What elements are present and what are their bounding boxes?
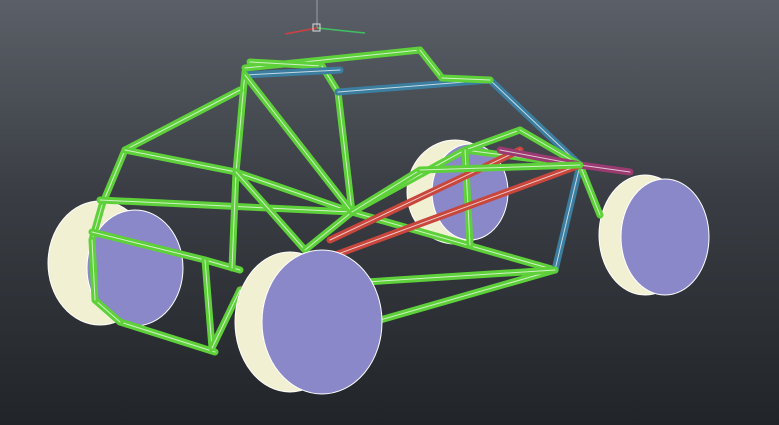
frame-tube-highlight	[119, 321, 216, 353]
frame-tube-highlight	[124, 89, 241, 151]
ucs-axis-icon	[284, 0, 366, 35]
frame-tube-highlight	[579, 164, 601, 216]
frame-tube-highlight	[124, 149, 237, 173]
wheel-front-left	[47, 200, 184, 327]
frame-tube-highlight	[101, 149, 126, 206]
wheel-front-right	[234, 249, 383, 395]
frame-tube-highlight	[419, 49, 443, 79]
wheel-rear-right	[598, 174, 710, 296]
model-canvas	[47, 0, 710, 395]
cad-viewport[interactable]	[0, 0, 779, 425]
frame-tube-highlight	[554, 164, 581, 271]
frame-tube-highlight	[464, 129, 521, 151]
